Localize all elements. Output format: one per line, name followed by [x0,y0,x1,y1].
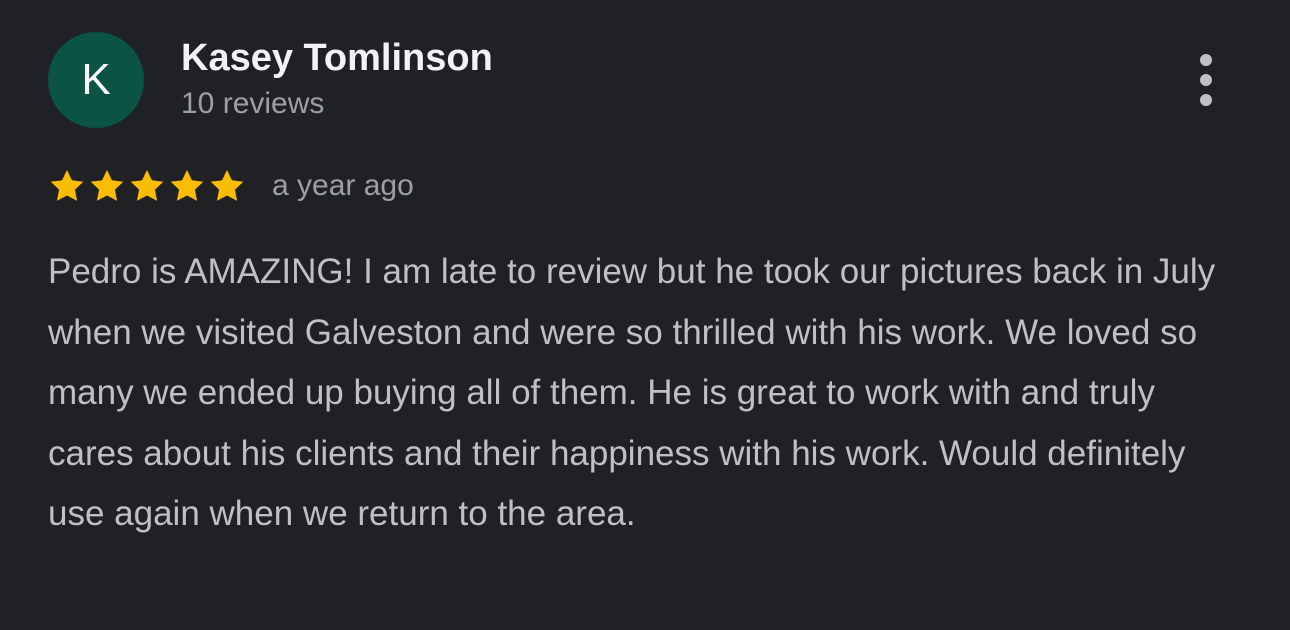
star-icon [90,169,124,201]
star-icon [210,169,244,201]
more-options-button[interactable] [1186,50,1226,110]
more-vert-icon-dot [1200,94,1212,106]
avatar[interactable]: K [48,32,144,128]
review-text: Pedro is AMAZING! I am late to review bu… [48,252,1216,533]
star-icon [170,169,204,201]
avatar-initial: K [81,55,111,104]
star-rating [48,167,246,205]
review-count[interactable]: 10 reviews [181,84,324,124]
reviewer-name[interactable]: Kasey Tomlinson [181,36,493,80]
star-icon [50,169,84,201]
more-vert-icon [1200,54,1212,66]
review-card: K Kasey Tomlinson 10 reviews a year ago … [0,0,1290,630]
rating-row: a year ago [48,162,414,210]
star-icon [130,169,164,201]
review-timestamp: a year ago [272,169,414,202]
more-vert-icon-dot [1200,74,1212,86]
